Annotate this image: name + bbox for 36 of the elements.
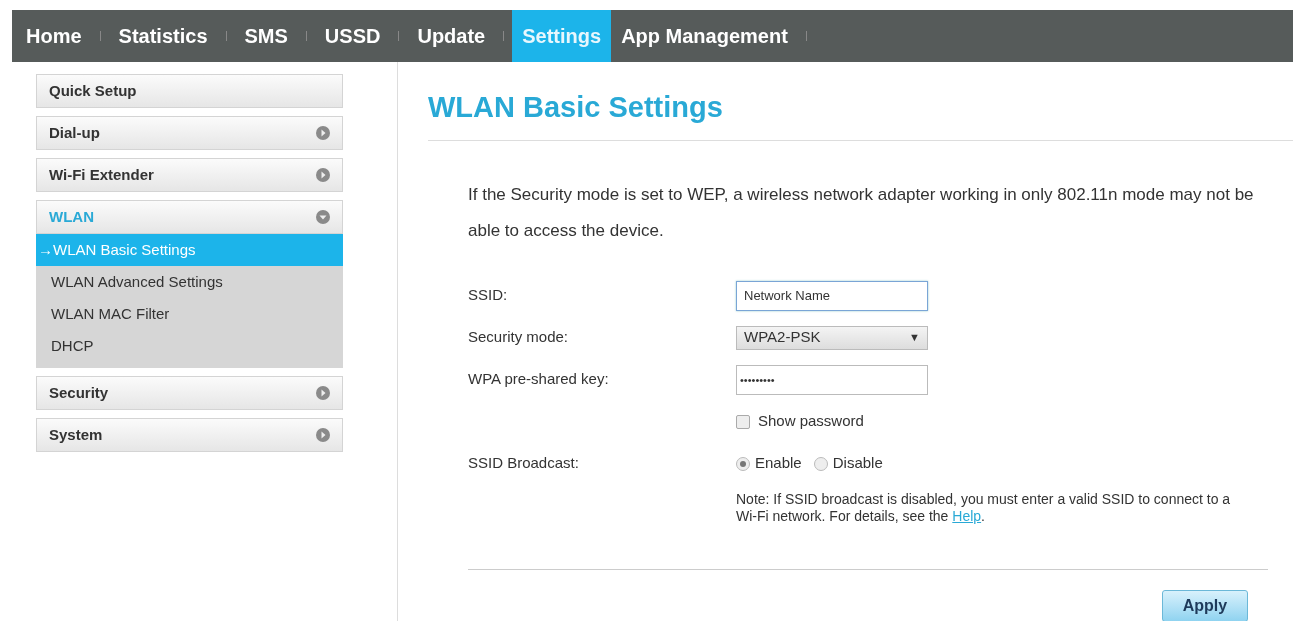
checkbox[interactable]: [736, 414, 750, 429]
nav-tab[interactable]: USSD: [314, 10, 391, 62]
field-label: WPA pre-shared key:: [468, 369, 610, 390]
field-label: SSID:: [468, 285, 509, 306]
sidebar-item[interactable]: Quick Setup: [36, 74, 343, 108]
submenu-item[interactable]: DHCP: [36, 330, 343, 362]
intro-text: If the Security mode is set to WEP, a wireless network adapter working in only 802.11n mode may not be able to access the device.: [468, 183, 1255, 242]
apply-button[interactable]: Apply: [1162, 589, 1248, 621]
expand-icon: [316, 168, 330, 182]
nav-tab[interactable]: App Management: [611, 10, 798, 62]
page-title: WLAN Basic Settings: [428, 86, 1293, 141]
nav-tab[interactable]: Statistics: [108, 10, 218, 62]
sidebar-group[interactable]: System: [36, 418, 343, 452]
sidebar-group[interactable]: Wi-Fi Extender: [36, 158, 343, 192]
field-label: Security mode:: [468, 327, 570, 348]
radio-button[interactable]: [736, 456, 750, 471]
submenu-item[interactable]: WLAN Advanced Settings: [36, 266, 343, 298]
collapse-icon: [316, 210, 330, 224]
security-mode-dropdown[interactable]: WPA2-PSK ▼: [736, 325, 928, 350]
checkbox-label: Show password: [758, 411, 864, 432]
password-field[interactable]: •••••••••: [736, 364, 928, 395]
radio-label: Enable: [755, 453, 802, 474]
nav-tab[interactable]: Home: [16, 10, 92, 62]
expand-icon: [316, 386, 330, 400]
expand-icon: [316, 126, 330, 140]
note-text: Note: If SSID broadcast is disabled, you must enter a valid SSID to connect to a Wi-Fi network. For details, see the Help.: [736, 490, 1232, 525]
radio-button[interactable]: [813, 456, 828, 471]
ssid-field[interactable]: Network Name: [736, 280, 928, 311]
sidebar-group[interactable]: Dial-up: [36, 116, 343, 150]
submenu-item[interactable]: WLAN MAC Filter: [36, 298, 343, 330]
nav-tab[interactable]: SMS: [234, 10, 298, 62]
radio-label: Disable: [832, 453, 883, 474]
nav-tab[interactable]: Update: [407, 10, 496, 62]
expand-icon: [316, 428, 330, 442]
sidebar-group[interactable]: Security: [36, 376, 343, 410]
field-label: SSID Broadcast:: [468, 453, 580, 474]
